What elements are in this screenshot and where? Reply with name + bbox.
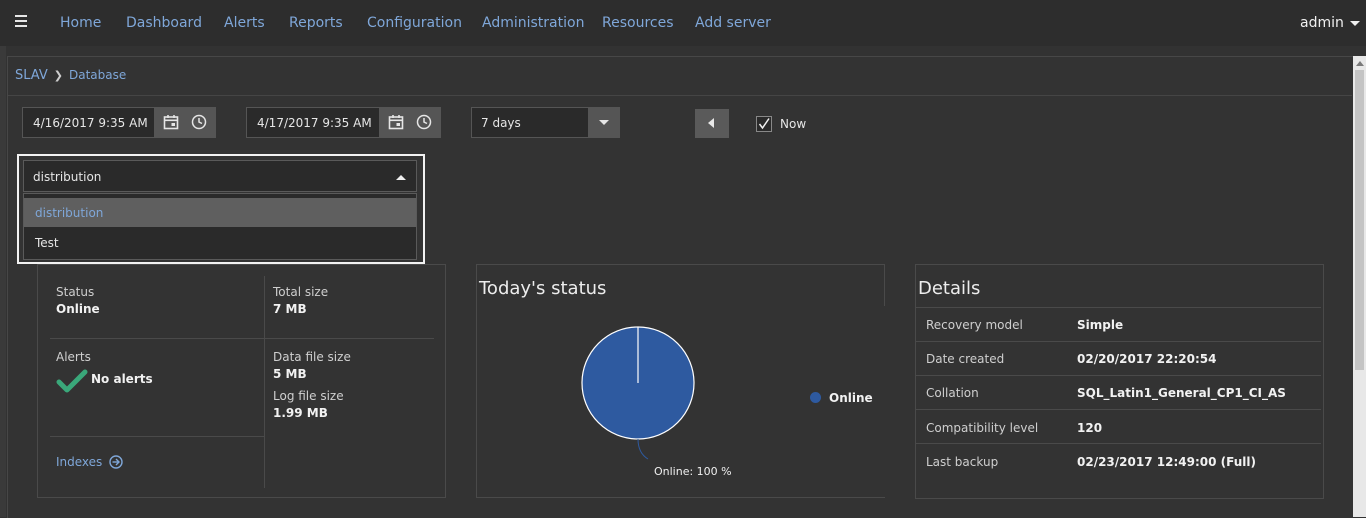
pie-leader-line bbox=[637, 438, 649, 460]
side-panel-collapsed bbox=[0, 46, 6, 517]
end-date-input[interactable]: 4/17/2017 9:35 AM bbox=[246, 107, 380, 138]
divider bbox=[916, 443, 1321, 444]
log-file-size-value: 1.99 MB bbox=[273, 406, 328, 420]
database-options-list: distribution Test bbox=[23, 193, 417, 260]
divider bbox=[916, 341, 1321, 342]
breadcrumb-root[interactable]: SLAV bbox=[15, 68, 48, 83]
indexes-link[interactable]: Indexes bbox=[56, 455, 123, 469]
start-date-buttons bbox=[155, 107, 216, 138]
legend-online-swatch bbox=[810, 392, 821, 403]
vertical-scrollbar[interactable] bbox=[1353, 56, 1366, 517]
alerts-value: No alerts bbox=[91, 372, 153, 386]
range-select-toggle[interactable] bbox=[589, 107, 620, 138]
nav-home[interactable]: Home bbox=[60, 15, 101, 31]
nav-administration[interactable]: Administration bbox=[482, 15, 584, 31]
indexes-link-label: Indexes bbox=[56, 455, 103, 469]
detail-value-collation: SQL_Latin1_General_CP1_CI_AS bbox=[1077, 386, 1286, 400]
detail-label-recovery-model: Recovery model bbox=[926, 318, 1023, 332]
database-option[interactable]: distribution bbox=[24, 198, 416, 227]
divider bbox=[50, 436, 264, 437]
user-name: admin bbox=[1300, 15, 1344, 31]
scroll-up-icon[interactable] bbox=[1356, 61, 1364, 66]
legend-online-label[interactable]: Online bbox=[829, 391, 873, 405]
user-menu[interactable]: admin bbox=[1300, 15, 1360, 31]
divider bbox=[264, 276, 265, 488]
divider bbox=[916, 375, 1321, 376]
status-value: Online bbox=[56, 302, 100, 316]
total-size-label: Total size bbox=[273, 285, 329, 299]
alerts-label: Alerts bbox=[56, 350, 91, 364]
divider bbox=[884, 264, 885, 306]
detail-label-last-backup: Last backup bbox=[926, 455, 999, 469]
detail-value-date-created: 02/20/2017 22:20:54 bbox=[1077, 352, 1217, 366]
nav-add-server[interactable]: Add server bbox=[695, 15, 771, 31]
end-date-buttons bbox=[380, 107, 441, 138]
nav-resources[interactable]: Resources bbox=[602, 15, 674, 31]
log-file-size-label: Log file size bbox=[273, 389, 344, 403]
divider bbox=[264, 338, 434, 339]
start-date-input[interactable]: 4/16/2017 9:35 AM bbox=[22, 107, 155, 138]
detail-value-last-backup: 02/23/2017 12:49:00 (Full) bbox=[1077, 455, 1256, 469]
nav-dashboard[interactable]: Dashboard bbox=[126, 15, 202, 31]
breadcrumb-current[interactable]: Database bbox=[69, 68, 126, 82]
detail-label-date-created: Date created bbox=[926, 352, 1005, 366]
top-navigation-bar: Home Dashboard Alerts Reports Configurat… bbox=[0, 0, 1366, 46]
check-icon bbox=[56, 369, 88, 393]
data-file-size-value: 5 MB bbox=[273, 367, 307, 381]
range-select[interactable]: 7 days bbox=[471, 107, 589, 138]
detail-label-collation: Collation bbox=[926, 386, 979, 400]
previous-button[interactable] bbox=[695, 109, 729, 138]
database-select-value: distribution bbox=[33, 170, 102, 184]
details-title: Details bbox=[918, 278, 981, 299]
chevron-right-icon: ❯ bbox=[53, 69, 63, 82]
chevron-down-icon bbox=[1349, 20, 1360, 26]
status-label: Status bbox=[56, 285, 95, 299]
now-checkbox[interactable] bbox=[756, 116, 772, 132]
clock-icon[interactable] bbox=[191, 114, 207, 130]
nav-alerts[interactable]: Alerts bbox=[224, 15, 265, 31]
divider bbox=[8, 95, 1352, 96]
arrow-circle-right-icon bbox=[109, 455, 123, 469]
breadcrumb: SLAV ❯ Database bbox=[15, 68, 126, 83]
status-pie-chart bbox=[581, 326, 695, 460]
nav-configuration[interactable]: Configuration bbox=[367, 15, 462, 31]
pie-slice-label: Online: 100 % bbox=[654, 465, 732, 478]
detail-value-recovery-model: Simple bbox=[1077, 318, 1124, 332]
checkmark-icon bbox=[758, 118, 770, 130]
menu-icon[interactable] bbox=[15, 15, 27, 27]
database-option[interactable]: Test bbox=[24, 228, 416, 257]
clock-icon[interactable] bbox=[416, 114, 432, 130]
now-label: Now bbox=[780, 117, 807, 131]
nav-reports[interactable]: Reports bbox=[289, 15, 343, 31]
database-select[interactable]: distribution bbox=[23, 160, 417, 192]
scrollbar-thumb[interactable] bbox=[1355, 70, 1364, 370]
chevron-up-icon bbox=[396, 175, 406, 180]
divider bbox=[916, 409, 1321, 410]
calendar-icon[interactable] bbox=[163, 114, 179, 130]
chevron-down-icon bbox=[599, 120, 609, 125]
detail-label-compatibility-level: Compatibility level bbox=[926, 421, 1039, 435]
total-size-value: 7 MB bbox=[273, 302, 307, 316]
todays-status-title: Today's status bbox=[479, 278, 607, 299]
detail-value-compatibility-level: 120 bbox=[1077, 421, 1103, 435]
divider bbox=[50, 338, 264, 339]
data-file-size-label: Data file size bbox=[273, 350, 351, 364]
divider bbox=[916, 307, 1321, 308]
calendar-icon[interactable] bbox=[388, 114, 404, 130]
